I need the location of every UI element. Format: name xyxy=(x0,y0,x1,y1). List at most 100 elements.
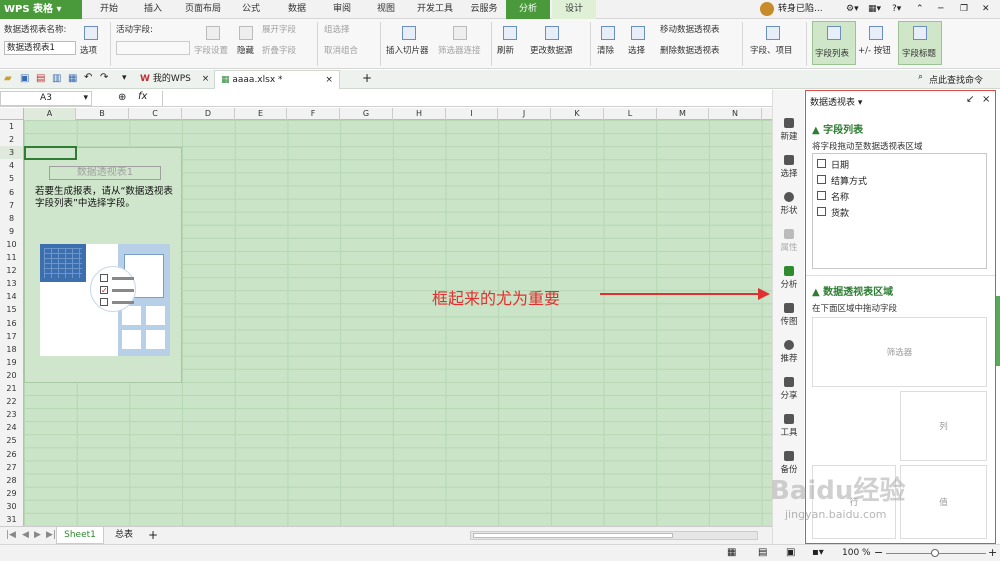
column-header[interactable]: F xyxy=(287,108,340,120)
row-header[interactable]: 6 xyxy=(0,186,23,199)
row-header[interactable]: 12 xyxy=(0,264,23,277)
open-folder-icon[interactable]: ▰ xyxy=(4,73,12,84)
arrow-up-icon[interactable]: ⌃ xyxy=(916,0,924,19)
formula-input[interactable] xyxy=(162,91,772,106)
options-button[interactable]: 选项 xyxy=(80,46,97,57)
zoom-icon[interactable]: ⊕ xyxy=(118,92,126,103)
close-icon[interactable]: ✕ xyxy=(982,0,990,19)
app-menu-button[interactable]: WPS 表格 ▾ xyxy=(0,0,82,19)
active-field-input[interactable] xyxy=(116,41,190,55)
scrollbar-thumb[interactable] xyxy=(473,533,673,538)
next-sheet-icon[interactable]: ▶ xyxy=(34,530,41,540)
row-header[interactable]: 21 xyxy=(0,382,23,395)
values-drop-zone[interactable]: 值 xyxy=(900,465,987,539)
restore-icon[interactable]: ❐ xyxy=(960,0,968,19)
save-icon[interactable]: ▣ xyxy=(20,73,29,84)
row-header[interactable]: 10 xyxy=(0,238,23,251)
row-header[interactable]: 18 xyxy=(0,343,23,356)
row-header[interactable]: 29 xyxy=(0,487,23,500)
move-pivot-button[interactable]: 移动数据透视表 xyxy=(660,25,720,36)
skin-icon[interactable]: ▦▾ xyxy=(868,0,881,19)
page-layout-view-icon[interactable]: ▣ xyxy=(786,547,795,558)
column-header[interactable]: I xyxy=(446,108,498,120)
dock-icon[interactable]: ↙ xyxy=(966,94,974,105)
zoom-slider-thumb[interactable] xyxy=(931,549,939,557)
horizontal-scrollbar[interactable] xyxy=(470,531,758,540)
doc-tab-file[interactable]: ▦ aaaa.xlsx * × xyxy=(214,70,340,89)
filter-connection-button[interactable]: 筛选器连接 xyxy=(438,46,481,57)
name-box[interactable]: A3 ▾ xyxy=(0,91,92,106)
undo-icon[interactable]: ↶ xyxy=(84,72,92,83)
column-drop-zone[interactable]: 列 xyxy=(900,391,987,461)
function-icon[interactable]: fx xyxy=(138,91,147,102)
page-break-view-icon[interactable]: ▤ xyxy=(758,547,767,558)
new-tab-button[interactable]: + xyxy=(362,71,372,85)
row-header[interactable]: 14 xyxy=(0,290,23,303)
close-icon[interactable]: × xyxy=(325,75,333,85)
close-icon[interactable]: × xyxy=(202,74,210,84)
tab-formula[interactable]: 公式 xyxy=(232,0,270,19)
user-name[interactable]: 转身已陷... xyxy=(778,0,823,19)
side-select[interactable]: 选择 xyxy=(773,155,805,179)
preview-icon[interactable]: ▦ xyxy=(68,73,77,84)
redo-icon[interactable]: ↷ xyxy=(100,72,108,83)
close-icon[interactable]: × xyxy=(982,94,990,105)
sheet-tab-summary[interactable]: 总表 xyxy=(106,527,142,544)
row-header[interactable]: 4 xyxy=(0,159,23,172)
row-header[interactable]: 30 xyxy=(0,500,23,513)
normal-view-icon[interactable]: ▦ xyxy=(727,547,736,558)
row-header[interactable]: 31 xyxy=(0,513,23,526)
tab-developer[interactable]: 开发工具 xyxy=(410,0,460,19)
row-header[interactable]: 19 xyxy=(0,356,23,369)
column-header[interactable]: H xyxy=(393,108,446,120)
tab-insert[interactable]: 插入 xyxy=(134,0,172,19)
areas-section-header[interactable]: ▲ 数据透视表区域 xyxy=(812,283,893,298)
chevron-down-icon[interactable]: ▾ xyxy=(83,92,88,105)
row-header[interactable]: 20 xyxy=(0,369,23,382)
checkbox[interactable] xyxy=(817,191,826,200)
avatar[interactable] xyxy=(760,2,774,16)
row-header[interactable]: 28 xyxy=(0,474,23,487)
hide-button[interactable]: 隐藏 xyxy=(237,46,254,57)
pivot-name-input[interactable]: 数据透视表1 xyxy=(4,41,76,55)
row-header[interactable]: 3 xyxy=(0,146,23,160)
row-header[interactable]: 5 xyxy=(0,172,23,185)
field-settings-button[interactable]: 字段设置 xyxy=(194,46,228,57)
side-upload-image[interactable]: 传图 xyxy=(773,303,805,327)
row-header[interactable]: 9 xyxy=(0,225,23,238)
row-header[interactable]: 15 xyxy=(0,303,23,316)
zoom-level[interactable]: 100 % xyxy=(842,548,871,558)
select-all-corner[interactable] xyxy=(0,108,24,120)
last-sheet-icon[interactable]: ▶| xyxy=(46,530,56,540)
side-properties[interactable]: 属性 xyxy=(773,229,805,253)
row-header[interactable]: 17 xyxy=(0,330,23,343)
row-header[interactable]: 11 xyxy=(0,251,23,264)
minimize-icon[interactable]: ─ xyxy=(938,0,943,19)
expand-field-button[interactable]: 展开字段 xyxy=(262,25,296,36)
row-header[interactable]: 27 xyxy=(0,461,23,474)
checkbox[interactable] xyxy=(817,175,826,184)
tab-review[interactable]: 审阅 xyxy=(323,0,361,19)
row-header[interactable]: 13 xyxy=(0,277,23,290)
row-header[interactable]: 1 xyxy=(0,120,23,133)
filter-drop-zone[interactable]: 筛选器 xyxy=(812,317,987,387)
checkbox[interactable] xyxy=(817,159,826,168)
change-source-button[interactable]: 更改数据源 xyxy=(530,46,573,57)
group-select-button[interactable]: 组选择 xyxy=(324,25,350,36)
row-header[interactable]: 8 xyxy=(0,212,23,225)
pdf-icon[interactable]: ▤ xyxy=(36,73,45,84)
field-list-section-header[interactable]: ▲ 字段列表 xyxy=(812,121,863,136)
add-sheet-button[interactable]: + xyxy=(148,528,158,542)
row-header[interactable]: 23 xyxy=(0,408,23,421)
column-header[interactable]: M xyxy=(657,108,709,120)
reading-mode-icon[interactable]: ▪▾ xyxy=(812,547,824,558)
side-recommend[interactable]: 推荐 xyxy=(773,340,805,364)
column-header[interactable]: E xyxy=(235,108,287,120)
active-cell[interactable] xyxy=(24,146,77,160)
select-button[interactable]: 选择 xyxy=(628,46,645,57)
side-share[interactable]: 分享 xyxy=(773,377,805,401)
tab-cloud[interactable]: 云服务 xyxy=(462,0,506,19)
tab-data[interactable]: 数据 xyxy=(278,0,316,19)
column-header[interactable]: K xyxy=(551,108,604,120)
field-list-toggle[interactable]: 字段列表 xyxy=(812,21,856,65)
